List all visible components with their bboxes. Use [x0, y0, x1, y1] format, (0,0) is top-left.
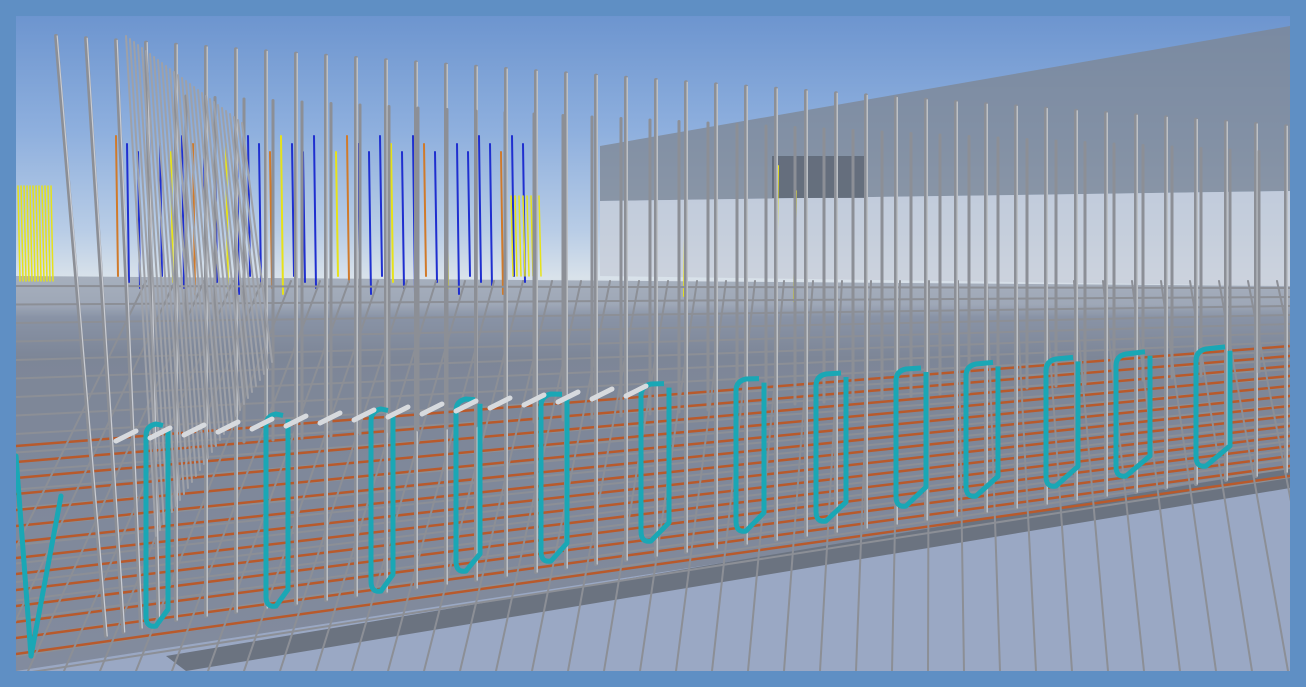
background-bar — [500, 151, 504, 295]
background-bar — [38, 185, 42, 282]
background-bar — [44, 185, 48, 282]
background-bar — [467, 151, 471, 277]
background-bar — [390, 143, 394, 283]
background-bar — [538, 195, 542, 277]
background-bar — [17, 185, 21, 282]
background-bar — [401, 151, 405, 289]
background-bar — [313, 135, 317, 289]
background-bar — [368, 151, 372, 295]
background-bar — [47, 185, 51, 282]
background-bar — [423, 143, 427, 277]
rebar-scene[interactable] — [16, 16, 1290, 671]
background-bar — [434, 151, 438, 283]
background-bar — [526, 195, 530, 277]
background-bar — [20, 185, 24, 282]
background-bar — [29, 185, 33, 282]
background-bar — [32, 185, 36, 282]
background-bar — [280, 135, 284, 295]
background-wall — [600, 26, 1290, 201]
background-bar — [35, 185, 39, 282]
background-bar — [291, 143, 295, 277]
background-bar — [50, 185, 54, 282]
background-bar — [23, 185, 27, 282]
background-bar — [335, 151, 339, 277]
background-bar — [514, 195, 518, 277]
background-bar — [26, 185, 30, 282]
background-bar — [478, 135, 482, 283]
background-bar — [456, 143, 460, 295]
background-bar — [489, 143, 493, 289]
window-frame — [0, 0, 1306, 687]
3d-viewport[interactable] — [16, 16, 1290, 671]
background-wall-face — [600, 191, 1290, 286]
background-bar — [518, 195, 522, 277]
background-bar — [115, 135, 119, 277]
background-bar — [379, 135, 383, 277]
background-bar — [346, 135, 350, 283]
background-bar — [41, 185, 45, 282]
